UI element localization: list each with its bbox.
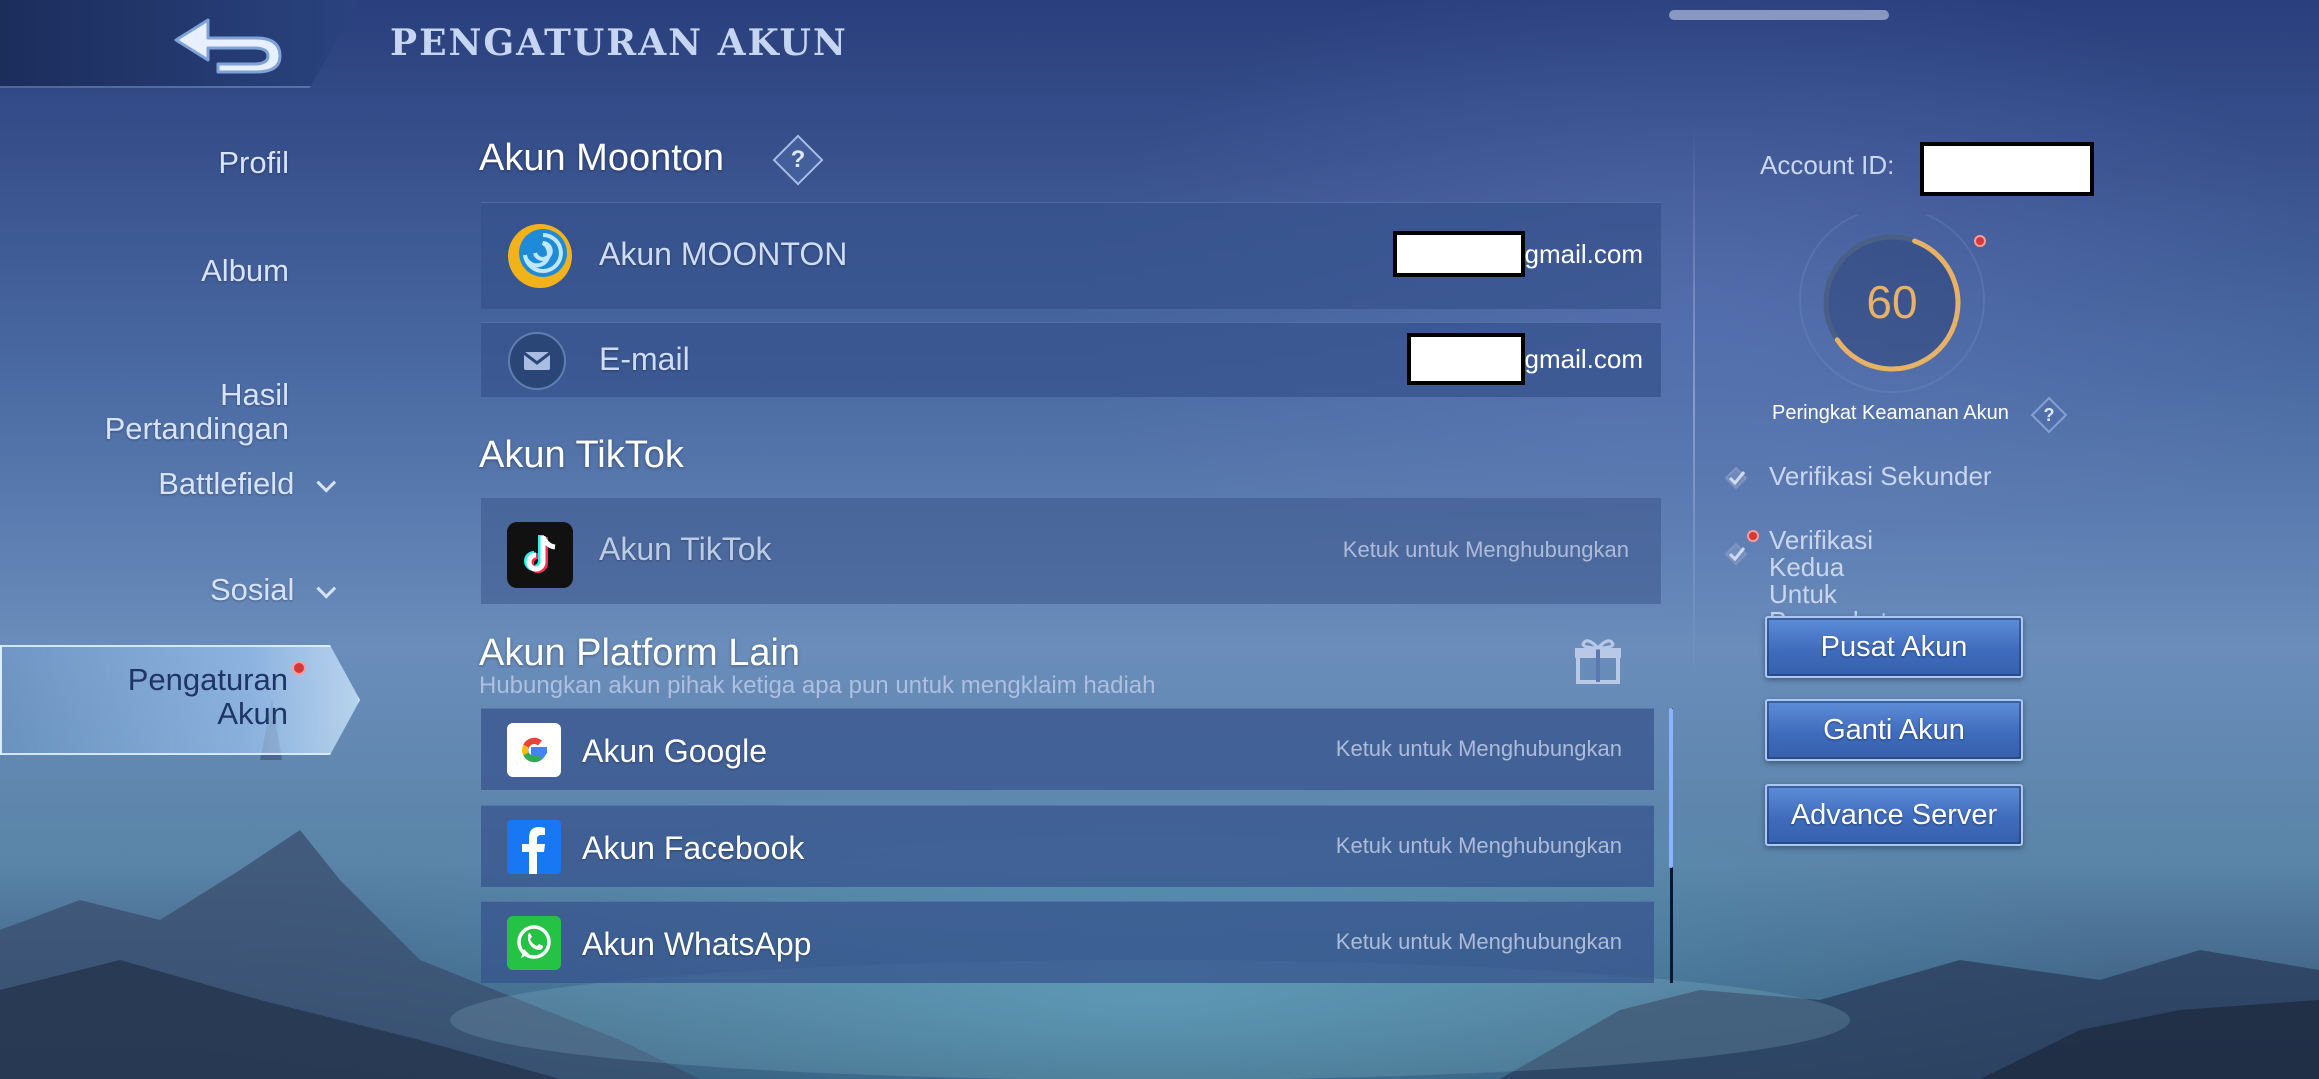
- row-label: E-mail: [599, 341, 690, 377]
- section-title-moonton: Akun Moonton: [479, 137, 725, 179]
- row-label: Akun MOONTON: [599, 236, 848, 272]
- google-row[interactable]: Akun Google Ketuk untuk Menghubungkan: [481, 708, 1654, 790]
- drag-handle[interactable]: [1669, 10, 1889, 20]
- notification-dot: [1747, 530, 1759, 542]
- nav-item-label: Battlefield: [158, 466, 295, 501]
- gift-icon[interactable]: [1573, 636, 1623, 686]
- connect-hint: Ketuk untuk Menghubungkan: [1335, 929, 1622, 954]
- advance-server-button[interactable]: Advance Server: [1765, 784, 2023, 846]
- row-label: Akun Google: [582, 733, 768, 769]
- chevron-down-icon: [316, 472, 337, 493]
- section-title-other-platforms: Akun Platform Lain: [479, 632, 801, 674]
- security-score: 60: [1866, 276, 1918, 328]
- moonton-account-row[interactable]: Akun MOONTON gmail.com: [481, 202, 1661, 309]
- nav-item-pengaturan-akun[interactable]: Pengaturan Akun: [0, 645, 360, 755]
- connect-hint: Ketuk untuk Menghubungkan: [1335, 833, 1622, 858]
- help-icon[interactable]: ?: [772, 134, 824, 186]
- redacted-block: [1406, 333, 1525, 385]
- nav-item-profil[interactable]: Profil: [218, 146, 289, 180]
- check-icon: [1724, 466, 1748, 490]
- page-title: PENGATURAN AKUN: [390, 22, 848, 64]
- nav-item-label: Sosial: [209, 572, 295, 607]
- account-id-redacted: [1920, 142, 2094, 196]
- email-suffix: gmail.com: [1524, 238, 1643, 269]
- redacted-block: [1392, 231, 1525, 277]
- nav-item-sosial[interactable]: Sosial: [209, 572, 337, 607]
- check-icon: [1724, 542, 1748, 566]
- google-icon: [507, 723, 561, 777]
- tiktok-row[interactable]: Akun TikTok Ketuk untuk Menghubungkan: [481, 497, 1661, 604]
- help-icon[interactable]: ?: [2030, 396, 2068, 434]
- nav-item-album[interactable]: Album: [201, 254, 289, 288]
- row-label: Akun Facebook: [582, 830, 805, 866]
- email-value: gmail.com: [1406, 333, 1643, 385]
- notification-dot: [1974, 235, 1986, 247]
- scrollbar-thumb[interactable]: [1669, 708, 1673, 868]
- top-bar: PENGATURAN AKUN: [0, 0, 2319, 90]
- email-suffix: gmail.com: [1524, 343, 1643, 374]
- moonton-logo-icon: [508, 224, 572, 288]
- section-title-tiktok: Akun TikTok: [479, 434, 684, 476]
- row-label: Akun TikTok: [599, 531, 772, 567]
- tiktok-icon: [507, 522, 573, 588]
- nav-item-battlefield[interactable]: Battlefield: [158, 466, 337, 501]
- back-arrow-icon: [174, 18, 282, 74]
- nav-item-hasil-pertandingan[interactable]: Hasil Pertandingan: [105, 344, 289, 446]
- facebook-row[interactable]: Akun Facebook Ketuk untuk Menghubungkan: [481, 805, 1654, 887]
- security-label: Peringkat Keamanan Akun: [1772, 402, 2009, 424]
- account-id-label: Account ID:: [1760, 150, 1895, 180]
- connect-hint: Ketuk untuk Menghubungkan: [1335, 736, 1622, 761]
- mail-icon: [508, 332, 566, 390]
- nav-item-label: Pengaturan Akun: [127, 662, 288, 731]
- facebook-icon: [507, 820, 561, 874]
- section-subtitle: Hubungkan akun pihak ketiga apa pun untu…: [479, 672, 1156, 699]
- back-button[interactable]: [168, 12, 288, 76]
- nav-item-label: Hasil Pertandingan: [104, 377, 289, 446]
- notification-dot: [292, 661, 306, 675]
- nav-item-label: Profil: [218, 145, 289, 180]
- panel-divider: [1693, 120, 1695, 680]
- email-row[interactable]: E-mail gmail.com: [481, 322, 1661, 397]
- pusat-akun-button[interactable]: Pusat Akun: [1765, 616, 2023, 678]
- connect-hint: Ketuk untuk Menghubungkan: [1342, 537, 1629, 562]
- whatsapp-icon: [507, 916, 561, 970]
- row-label: Akun WhatsApp: [582, 926, 812, 962]
- chevron-down-icon: [316, 578, 337, 599]
- check-label: Verifikasi Sekunder: [1769, 461, 1992, 491]
- nav-item-label: Album: [201, 253, 289, 288]
- ganti-akun-button[interactable]: Ganti Akun: [1765, 699, 2023, 761]
- whatsapp-row[interactable]: Akun WhatsApp Ketuk untuk Menghubungkan: [481, 901, 1654, 983]
- email-value: gmail.com: [1392, 231, 1643, 277]
